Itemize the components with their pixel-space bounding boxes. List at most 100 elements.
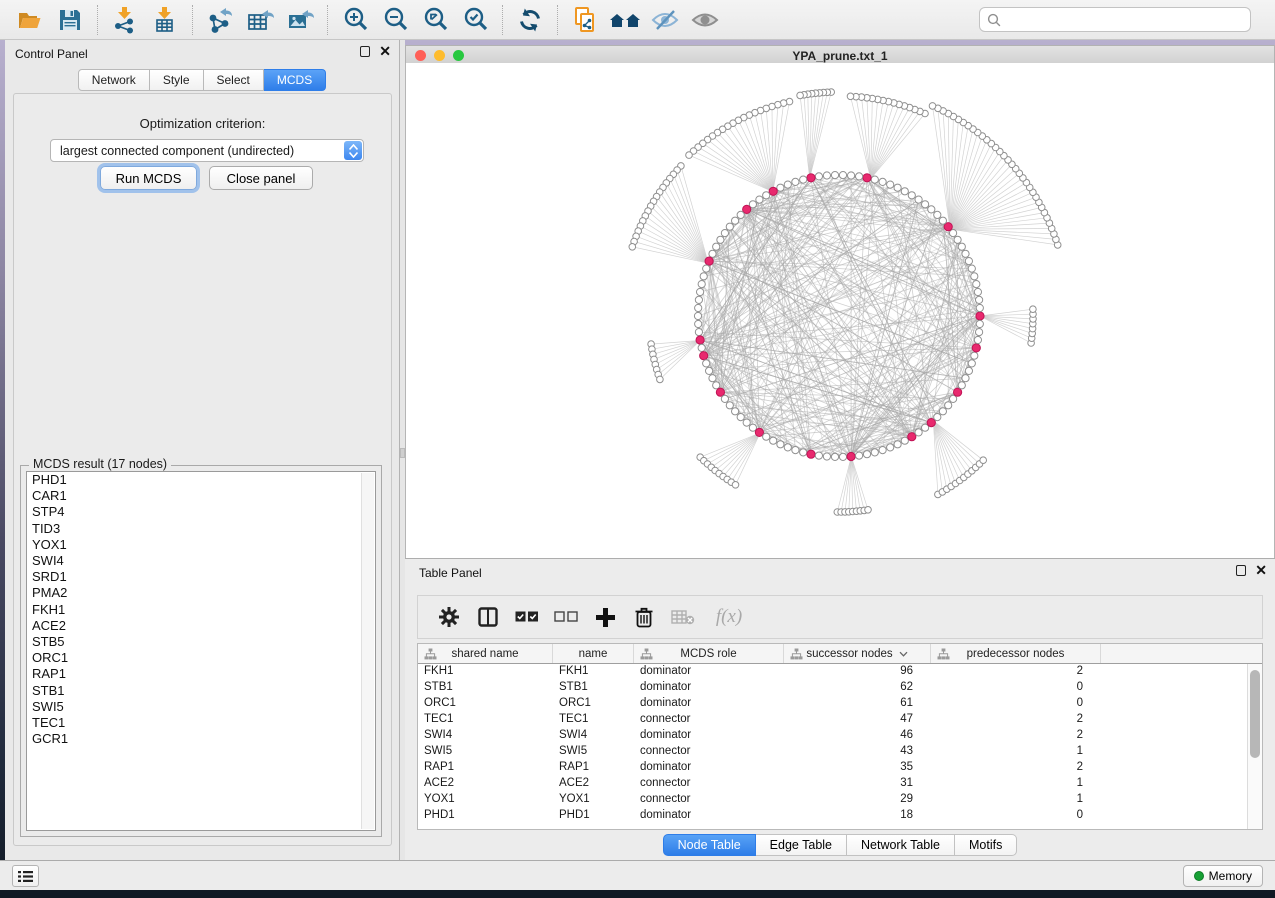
cell-shared_name[interactable]: YOX1	[418, 792, 553, 808]
column-header-successor-nodes[interactable]: successor nodes	[784, 644, 931, 663]
export-table-button[interactable]	[240, 4, 280, 36]
column-header-shared-name[interactable]: shared name	[418, 644, 553, 663]
cell-successors[interactable]: 96	[784, 664, 931, 680]
mcds-result-item[interactable]: STP4	[27, 504, 375, 520]
save-session-button[interactable]	[50, 4, 90, 36]
column-header-name[interactable]: name	[553, 644, 634, 663]
zoom-in-button[interactable]	[335, 4, 375, 36]
mcds-result-item[interactable]: FKH1	[27, 602, 375, 618]
cell-role[interactable]: connector	[634, 744, 784, 760]
cell-successors[interactable]: 61	[784, 696, 931, 712]
cell-shared_name[interactable]: TEC1	[418, 712, 553, 728]
cell-name[interactable]: PHD1	[553, 808, 634, 824]
mcds-result-item[interactable]: PHD1	[27, 472, 375, 488]
cell-successors[interactable]: 29	[784, 792, 931, 808]
import-table-button[interactable]	[145, 4, 185, 36]
cell-predecessors[interactable]: 1	[931, 776, 1101, 792]
clear-selection-button[interactable]	[551, 602, 581, 632]
cell-name[interactable]: FKH1	[553, 664, 634, 680]
cell-role[interactable]: connector	[634, 712, 784, 728]
cell-name[interactable]: SWI5	[553, 744, 634, 760]
function-builder-button[interactable]: f(x)	[707, 602, 751, 632]
cell-successors[interactable]: 62	[784, 680, 931, 696]
tab-select[interactable]: Select	[204, 69, 264, 91]
table-row[interactable]: SWI4SWI4dominator462	[418, 728, 1262, 744]
cell-role[interactable]: connector	[634, 792, 784, 808]
export-network-button[interactable]	[200, 4, 240, 36]
close-panel-icon[interactable]: ✕	[379, 46, 391, 57]
cell-name[interactable]: SWI4	[553, 728, 634, 744]
mcds-result-item[interactable]: ORC1	[27, 650, 375, 666]
column-header-MCDS-role[interactable]: MCDS role	[634, 644, 784, 663]
cell-predecessors[interactable]: 2	[931, 712, 1101, 728]
table-row[interactable]: RAP1RAP1dominator352	[418, 760, 1262, 776]
table-row[interactable]: ACE2ACE2connector311	[418, 776, 1262, 792]
mcds-result-item[interactable]: STB5	[27, 634, 375, 650]
add-column-button[interactable]	[590, 602, 620, 632]
run-mcds-button[interactable]: Run MCDS	[100, 166, 197, 190]
cell-predecessors[interactable]: 2	[931, 664, 1101, 680]
cell-role[interactable]: dominator	[634, 728, 784, 744]
scrollbar-thumb[interactable]	[1250, 670, 1260, 758]
cell-role[interactable]: dominator	[634, 760, 784, 776]
delete-column-button[interactable]	[629, 602, 659, 632]
cell-role[interactable]: dominator	[634, 696, 784, 712]
tab-edge-table[interactable]: Edge Table	[756, 834, 847, 856]
open-file-button[interactable]	[10, 4, 50, 36]
cell-name[interactable]: ACE2	[553, 776, 634, 792]
import-network-button[interactable]	[105, 4, 145, 36]
mcds-result-item[interactable]: TEC1	[27, 715, 375, 731]
cell-name[interactable]: YOX1	[553, 792, 634, 808]
close-panel-button[interactable]: Close panel	[209, 166, 313, 190]
float-table-panel-icon[interactable]	[1236, 565, 1246, 576]
cell-name[interactable]: RAP1	[553, 760, 634, 776]
clone-network-button[interactable]	[565, 4, 605, 36]
mcds-result-item[interactable]: ACE2	[27, 618, 375, 634]
cell-shared_name[interactable]: SWI5	[418, 744, 553, 760]
cell-successors[interactable]: 46	[784, 728, 931, 744]
memory-button[interactable]: Memory	[1183, 865, 1263, 887]
tab-style[interactable]: Style	[150, 69, 204, 91]
mcds-result-list[interactable]: PHD1CAR1STP4TID3YOX1SWI4SRD1PMA2FKH1ACE2…	[26, 471, 376, 831]
column-header-predecessor-nodes[interactable]: predecessor nodes	[931, 644, 1101, 663]
cell-name[interactable]: STB1	[553, 680, 634, 696]
table-row[interactable]: ORC1ORC1dominator610	[418, 696, 1262, 712]
mcds-result-item[interactable]: YOX1	[27, 537, 375, 553]
cell-successors[interactable]: 35	[784, 760, 931, 776]
mcds-list-scrollbar[interactable]	[361, 473, 374, 829]
gear-button[interactable]	[434, 602, 464, 632]
split-columns-button[interactable]	[473, 602, 503, 632]
table-row[interactable]: TEC1TEC1connector472	[418, 712, 1262, 728]
cell-shared_name[interactable]: ORC1	[418, 696, 553, 712]
mcds-result-item[interactable]: STB1	[27, 683, 375, 699]
mcds-result-item[interactable]: SWI5	[27, 699, 375, 715]
cell-role[interactable]: connector	[634, 776, 784, 792]
search-input[interactable]	[979, 7, 1251, 32]
cell-predecessors[interactable]: 0	[931, 680, 1101, 696]
cell-successors[interactable]: 47	[784, 712, 931, 728]
cell-predecessors[interactable]: 1	[931, 744, 1101, 760]
cell-shared_name[interactable]: PHD1	[418, 808, 553, 824]
cell-name[interactable]: TEC1	[553, 712, 634, 728]
mcds-result-item[interactable]: TID3	[27, 521, 375, 537]
close-table-panel-icon[interactable]: ✕	[1255, 565, 1267, 576]
delete-table-button[interactable]	[668, 602, 698, 632]
zoom-out-button[interactable]	[375, 4, 415, 36]
cell-successors[interactable]: 18	[784, 808, 931, 824]
zoom-fit-button[interactable]	[415, 4, 455, 36]
tab-network[interactable]: Network	[78, 69, 150, 91]
mcds-result-item[interactable]: RAP1	[27, 666, 375, 682]
mcds-result-item[interactable]: GCR1	[27, 731, 375, 747]
show-all-button[interactable]	[685, 4, 725, 36]
table-row[interactable]: YOX1YOX1connector291	[418, 792, 1262, 808]
export-image-button[interactable]	[280, 4, 320, 36]
table-scrollbar[interactable]	[1247, 664, 1262, 829]
cell-shared_name[interactable]: FKH1	[418, 664, 553, 680]
refresh-view-button[interactable]	[510, 4, 550, 36]
tab-motifs[interactable]: Motifs	[955, 834, 1017, 856]
mcds-result-item[interactable]: SWI4	[27, 553, 375, 569]
cell-role[interactable]: dominator	[634, 808, 784, 824]
cell-name[interactable]: ORC1	[553, 696, 634, 712]
cell-shared_name[interactable]: ACE2	[418, 776, 553, 792]
cell-predecessors[interactable]: 0	[931, 696, 1101, 712]
